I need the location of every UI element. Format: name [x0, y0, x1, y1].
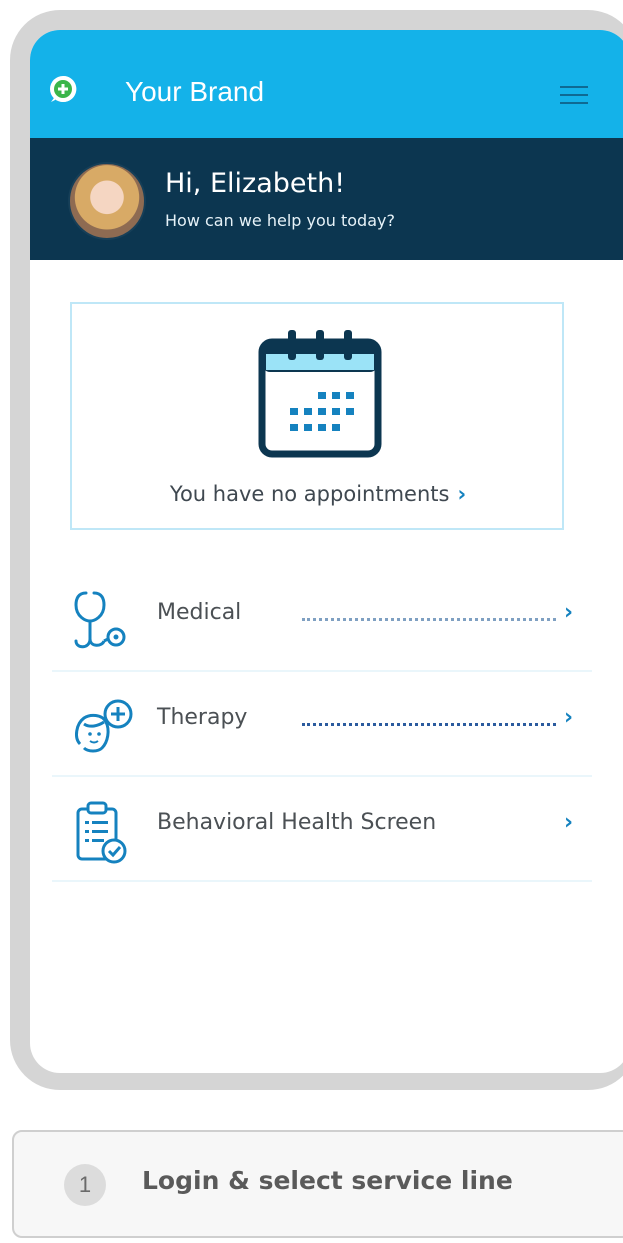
chevron-right-icon[interactable]: › — [564, 705, 573, 730]
appointments-text: You have no appointments — [169, 482, 450, 506]
appointments-card[interactable]: You have no appointments › — [70, 302, 564, 530]
top-bar: Your Brand — [30, 30, 623, 138]
step-label: Login & select service line — [142, 1166, 513, 1195]
avatar[interactable] — [68, 162, 146, 240]
service-label-behavioral-health-screen: Behavioral Health Screen — [157, 810, 437, 835]
service-label-therapy: Therapy — [157, 705, 248, 730]
step-card: 1 Login & select service line — [12, 1130, 623, 1238]
connector-dots — [302, 723, 556, 726]
plus-chat-icon — [50, 75, 77, 102]
chevron-right-icon[interactable]: › — [564, 600, 573, 625]
calendar-icon — [258, 330, 382, 458]
therapy-head-icon — [75, 699, 133, 753]
service-item-behavioral-health-screen[interactable]: Behavioral Health Screen › — [52, 777, 592, 882]
appointments-message: You have no appointments › — [72, 482, 564, 506]
app-screen: Your Brand Hi, Elizabeth! How can we hel… — [30, 30, 623, 1073]
clipboard-check-icon — [76, 801, 127, 864]
chevron-right-icon[interactable]: › — [457, 482, 466, 506]
service-item-therapy[interactable]: Therapy › — [52, 672, 592, 777]
connector-dots — [302, 618, 556, 621]
chevron-right-icon[interactable]: › — [564, 810, 573, 835]
brand-name: Your Brand — [125, 76, 265, 107]
greeting-banner: Hi, Elizabeth! How can we help you today… — [30, 138, 623, 260]
stethoscope-icon — [74, 591, 126, 649]
service-item-medical[interactable]: Medical › — [52, 567, 592, 672]
hamburger-menu-icon[interactable] — [560, 86, 588, 108]
service-label-medical: Medical — [157, 600, 242, 625]
greeting-subtitle: How can we help you today? — [165, 211, 395, 230]
step-number-badge: 1 — [64, 1164, 106, 1206]
greeting-title: Hi, Elizabeth! — [165, 168, 346, 199]
